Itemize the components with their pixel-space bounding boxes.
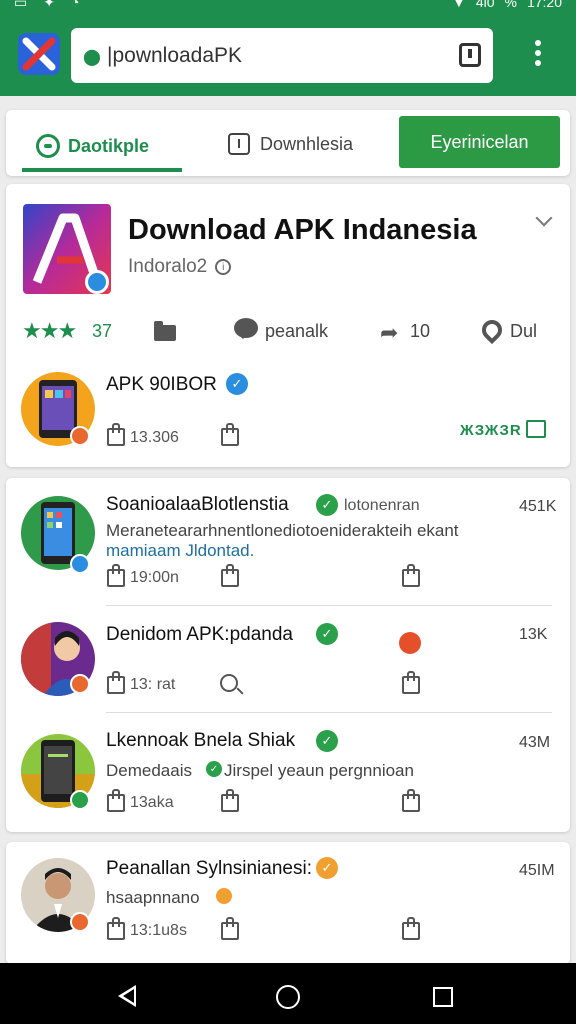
like-count: 13aka	[130, 794, 174, 811]
like-icon[interactable]	[107, 789, 125, 812]
post-body-2: Jirspel yeaun pergnnioan	[224, 761, 414, 780]
share-icon[interactable]	[402, 789, 420, 812]
post-body: hsaapnnano	[106, 888, 200, 907]
app-developer[interactable]: Indoralo2	[128, 256, 207, 278]
like-count: 13:1u8s	[130, 922, 187, 939]
post-card: Peanallan Sylnsinianesi: ✓ 45IM hsaapnna…	[6, 842, 570, 964]
tab-download-label: Downhlesia	[260, 133, 354, 154]
fire-icon	[399, 632, 421, 654]
reply-icon[interactable]	[221, 423, 239, 446]
tab-download[interactable]: Downhlesia	[228, 124, 353, 164]
tab-bar: Daotikple Downhlesia Eyerinicelan	[6, 110, 570, 176]
comment-label[interactable]: peanalk	[265, 321, 328, 342]
discover-icon	[36, 134, 60, 158]
post-body: Demedaais	[106, 761, 192, 780]
url-text[interactable]: |pownloadaPK	[107, 44, 242, 68]
app-subtitle: Indoralo2 i	[128, 256, 232, 278]
verified-check-icon: ✓	[316, 623, 338, 645]
verified-check-icon: ✓	[316, 857, 338, 879]
divider	[106, 605, 552, 606]
reply-icon[interactable]	[221, 789, 239, 812]
post-body: Meraneteararhnentlonediotoeniderakteih e…	[106, 521, 459, 540]
lock-icon: ⬤	[83, 48, 101, 66]
rating-stars-icon: ★★★	[22, 318, 77, 343]
share-count: 10	[410, 321, 431, 341]
post-count: 45IM	[519, 862, 555, 879]
post-count: 43M	[519, 734, 551, 751]
like-count: 13.306	[130, 429, 179, 446]
tab-discover[interactable]: Daotikple	[22, 124, 182, 172]
notification-icon: ▭	[14, 0, 28, 10]
back-icon[interactable]	[118, 985, 136, 1007]
location-pin-icon[interactable]	[477, 315, 507, 345]
reply-icon[interactable]	[221, 564, 239, 587]
post-count: 451K	[519, 498, 557, 515]
primary-action-button[interactable]: Eyerinicelan	[399, 116, 560, 168]
post-link[interactable]: mamiaam Jldontad.	[106, 541, 254, 561]
share-icon[interactable]	[402, 564, 420, 587]
status-bar: ▭ ✦ ◔ ▼ 4l0 % 17:20	[0, 0, 576, 14]
system-nav-bar	[0, 963, 576, 1024]
verified-badge-icon	[70, 554, 90, 574]
featured-post-title[interactable]: APK 90IBOR	[106, 374, 217, 396]
info-icon[interactable]: i	[215, 259, 232, 275]
post-title[interactable]: Peanallan Sylnsinianesi:	[106, 858, 312, 880]
verified-badge-icon	[85, 270, 109, 294]
recent-apps-icon[interactable]	[433, 987, 453, 1007]
leaf-icon: ✓	[206, 761, 222, 777]
url-bar[interactable]: ⬤ |pownloadaPK	[71, 28, 493, 83]
app-notification-icon: ✦	[43, 0, 55, 10]
post-title[interactable]: SoanioalaaBlotlenstia	[106, 494, 289, 516]
verified-check-icon: ✓	[316, 494, 338, 516]
share-label[interactable]: ЖЗЖЗR	[460, 422, 522, 439]
verified-check-icon: ✓	[316, 730, 338, 752]
like-count: 13: rat	[130, 676, 176, 693]
browser-logo-icon[interactable]	[18, 33, 60, 75]
comment-icon[interactable]	[234, 318, 258, 339]
share-icon[interactable]: ➦	[380, 322, 398, 344]
tab-discover-label: Daotikple	[68, 135, 150, 156]
app-stats-row: ★★★ 37 peanalk ➦ 10 Dul	[22, 315, 552, 348]
download-icon	[228, 133, 250, 155]
like-icon[interactable]	[107, 671, 125, 694]
wifi-icon: ▼	[451, 0, 466, 10]
post-list-card: SoanioalaaBlotlenstia ✓ lotonenran 451K …	[6, 478, 570, 832]
share-icon[interactable]	[402, 917, 420, 940]
share-out-icon[interactable]	[526, 420, 546, 438]
search-icon[interactable]	[220, 674, 238, 692]
chevron-down-icon[interactable]	[535, 209, 553, 227]
divider	[106, 712, 552, 713]
like-icon[interactable]	[107, 917, 125, 940]
location-label: Dul	[510, 321, 538, 341]
overflow-menu-icon[interactable]	[531, 40, 545, 70]
post-title[interactable]: Denidom APK:pdanda	[106, 624, 293, 646]
verified-check-icon: ✓	[226, 373, 248, 395]
folder-icon[interactable]	[154, 321, 176, 341]
tabs-icon[interactable]	[459, 43, 481, 67]
reply-icon[interactable]	[221, 917, 239, 940]
verified-badge-icon	[70, 912, 90, 932]
share-icon[interactable]	[402, 671, 420, 694]
post-count: 13K	[519, 626, 548, 643]
rating-count: 37	[92, 321, 113, 341]
verified-badge-icon	[70, 790, 90, 810]
signal-text: 4l0	[475, 0, 495, 10]
like-count: 19:00n	[130, 569, 179, 586]
sync-icon: ◔	[70, 0, 80, 10]
browser-toolbar: ▭ ✦ ◔ ▼ 4l0 % 17:20 ⬤ |pownloadaPK	[0, 0, 576, 96]
sparkle-icon	[216, 888, 232, 904]
verified-badge-icon	[70, 426, 90, 446]
battery-text: %	[504, 0, 517, 10]
post-meta: lotonenran	[344, 497, 420, 514]
verified-badge-icon	[70, 674, 90, 694]
app-title: Download APK Indanesia	[128, 214, 477, 246]
clock: 17:20	[526, 0, 562, 10]
like-icon[interactable]	[107, 564, 125, 587]
app-card: Download APK Indanesia Indoralo2 i ★★★ 3…	[6, 184, 570, 467]
like-icon[interactable]	[107, 423, 125, 446]
post-title[interactable]: Lkennoak Bnela Shiak	[106, 730, 295, 752]
home-icon[interactable]	[276, 985, 300, 1009]
